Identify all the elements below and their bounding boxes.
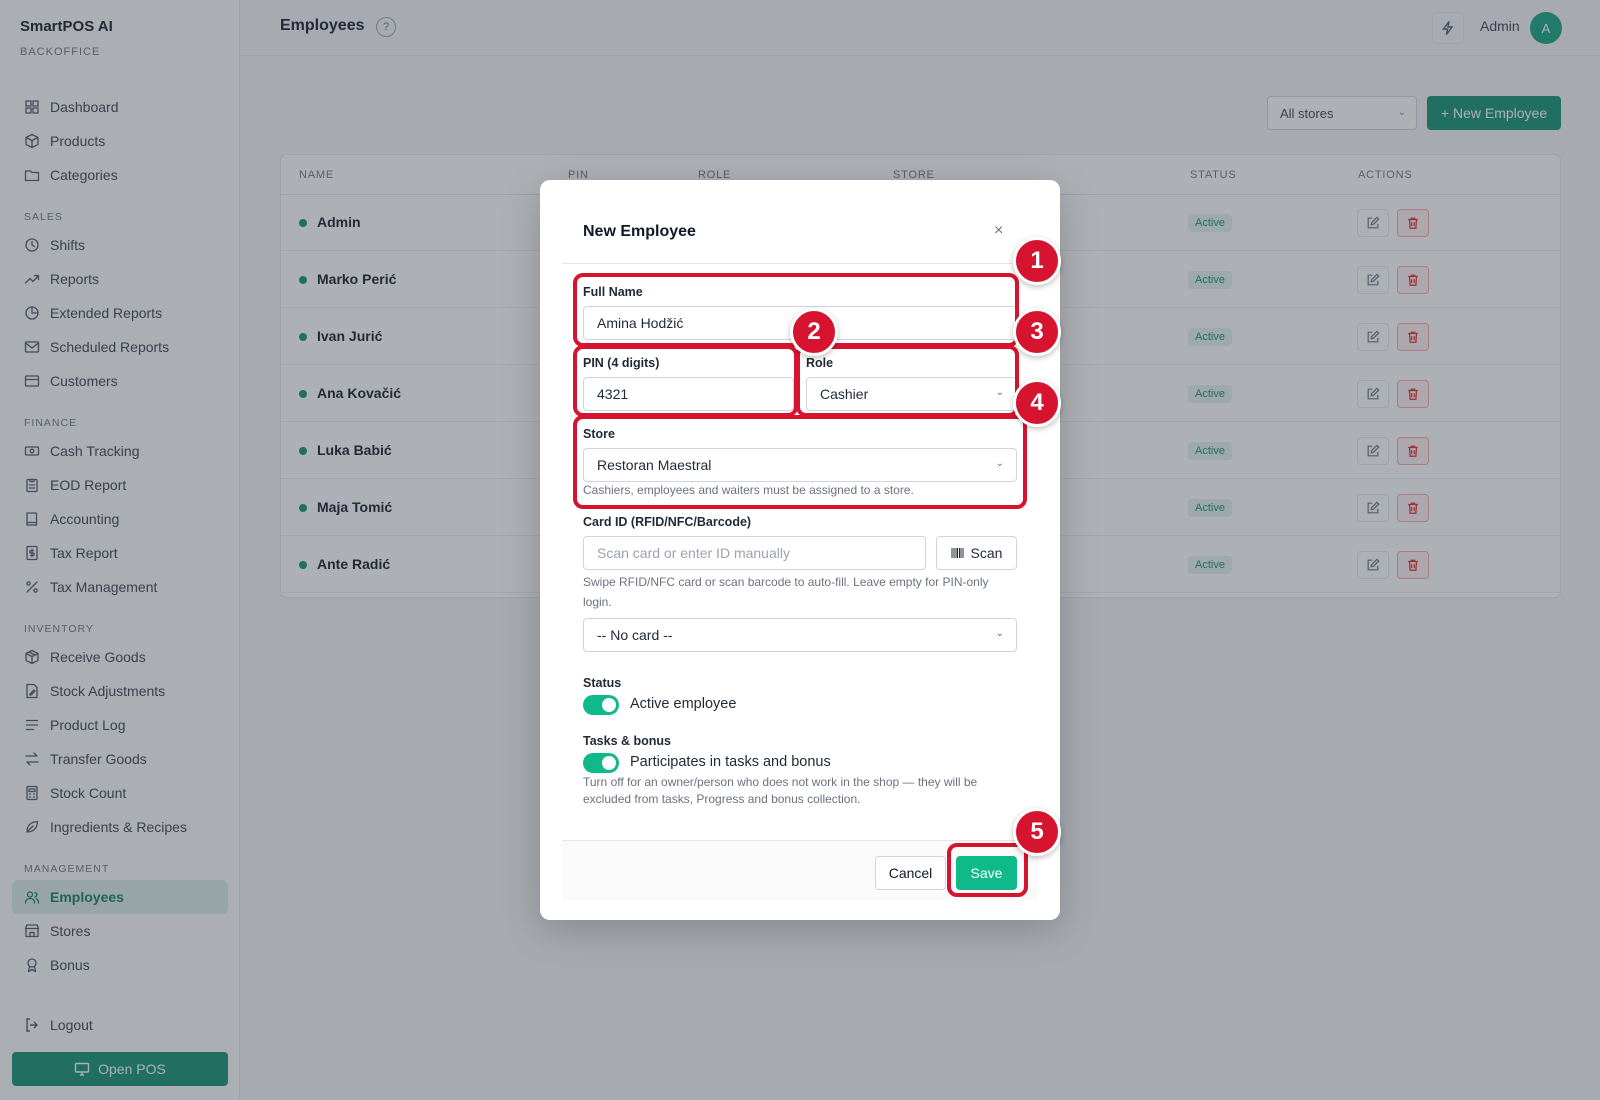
active-employee-label: Active employee [630, 696, 737, 712]
annotation-badge-5: 5 [1013, 808, 1061, 856]
highlight-pin [573, 345, 798, 417]
highlight-save [947, 843, 1028, 897]
modal-divider [562, 263, 1038, 264]
card-select[interactable]: -- No card -- ⌄ [583, 618, 1017, 652]
card-id-label: Card ID (RFID/NFC/Barcode) [583, 515, 752, 529]
tasks-bonus-toggle[interactable] [583, 753, 619, 773]
modal-title: New Employee [583, 223, 696, 240]
status-label: Status [583, 676, 622, 690]
annotation-badge-2: 2 [790, 308, 838, 356]
annotation-badge-1: 1 [1013, 237, 1061, 285]
chevron-down-icon: ⌄ [995, 628, 1004, 639]
annotation-badge-3: 3 [1013, 308, 1061, 356]
highlight-role [796, 345, 1019, 417]
active-employee-toggle[interactable] [583, 695, 619, 715]
highlight-store [573, 415, 1027, 509]
card-select-value: -- No card -- [597, 627, 673, 643]
close-icon[interactable]: × [994, 222, 1003, 240]
card-id-hint: Swipe RFID/NFC card or scan barcode to a… [583, 575, 989, 609]
tasks-bonus-hint: Turn off for an owner/person who does no… [583, 775, 978, 806]
tasks-bonus-label: Tasks & bonus [583, 734, 671, 748]
barcode-icon [951, 548, 964, 558]
cancel-button[interactable]: Cancel [875, 856, 946, 890]
scan-label: Scan [970, 545, 1003, 561]
card-id-input[interactable]: Scan card or enter ID manually [583, 536, 926, 570]
tasks-bonus-toggle-label: Participates in tasks and bonus [630, 754, 831, 770]
scan-button[interactable]: Scan [936, 536, 1017, 570]
annotation-badge-4: 4 [1013, 379, 1061, 427]
